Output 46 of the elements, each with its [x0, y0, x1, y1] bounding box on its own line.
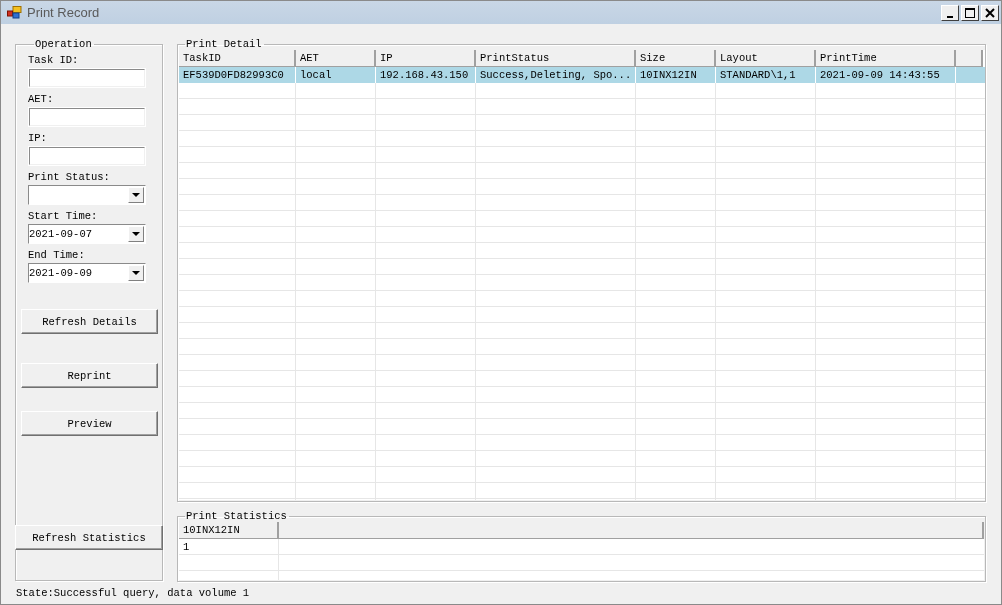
- app-icon: [7, 6, 22, 19]
- refresh-statistics-button[interactable]: Refresh Statistics: [15, 525, 163, 550]
- field-label: Start Time:: [28, 210, 99, 224]
- table-cell: local: [296, 67, 376, 83]
- field-label: AET:: [28, 93, 55, 107]
- table-cell: 10INX12IN: [636, 67, 716, 83]
- column-header[interactable]: PrintStatus: [476, 50, 636, 67]
- table-cell: STANDARD\1,1: [716, 67, 816, 83]
- field-label: Task ID:: [28, 54, 80, 68]
- group-title: Operation: [34, 38, 93, 50]
- column-header[interactable]: IP: [376, 50, 476, 67]
- column-header[interactable]: Size: [636, 50, 716, 67]
- column-header[interactable]: AET: [296, 50, 376, 67]
- dropdown-field[interactable]: [28, 185, 146, 205]
- column-header[interactable]: PrintTime: [816, 50, 956, 67]
- table-cell: Success,Deleting, Spo...: [476, 67, 636, 83]
- text-input[interactable]: [28, 146, 146, 166]
- field-label: IP:: [28, 132, 48, 146]
- action-button[interactable]: Refresh Details: [21, 309, 158, 334]
- dropdown-field[interactable]: 2021-09-07: [28, 224, 146, 244]
- window-title: Print Record: [27, 5, 101, 20]
- group-title: Print Statistics: [185, 510, 288, 522]
- field-label: End Time:: [28, 249, 86, 263]
- text-input[interactable]: [28, 68, 146, 88]
- maximize-icon: [965, 7, 975, 18]
- action-button[interactable]: Preview: [21, 411, 158, 436]
- close-button[interactable]: [981, 4, 999, 21]
- minimize-button[interactable]: [941, 4, 959, 21]
- dropdown-field[interactable]: 2021-09-09: [28, 263, 146, 283]
- action-button[interactable]: Reprint: [21, 363, 158, 388]
- table-cell: 2021-09-09 14:43:55: [816, 67, 956, 83]
- table-row[interactable]: EF539D0FD82993C0 local 192.168.43.150 Success,Deleting, Spo... 10INX12IN STANDARD\1,1 2021-09-09 14:43:55: [179, 67, 985, 83]
- text-input[interactable]: [28, 107, 146, 127]
- close-icon: [985, 7, 995, 18]
- column-header[interactable]: Layout: [716, 50, 816, 67]
- table-cell: 1: [179, 539, 279, 555]
- column-header: [956, 50, 983, 67]
- table-cell: EF539D0FD82993C0: [179, 67, 296, 83]
- minimize-icon: [947, 15, 953, 18]
- group-title: Print Detail: [185, 38, 263, 50]
- field-label: Print Status:: [28, 171, 111, 185]
- table-cell: 192.168.43.150: [376, 67, 476, 83]
- column-header[interactable]: 10INX12IN: [179, 522, 279, 539]
- status-text: State:Successful query, data volume 1: [16, 587, 250, 599]
- maximize-button[interactable]: [961, 4, 979, 21]
- column-header[interactable]: TaskID: [179, 50, 296, 67]
